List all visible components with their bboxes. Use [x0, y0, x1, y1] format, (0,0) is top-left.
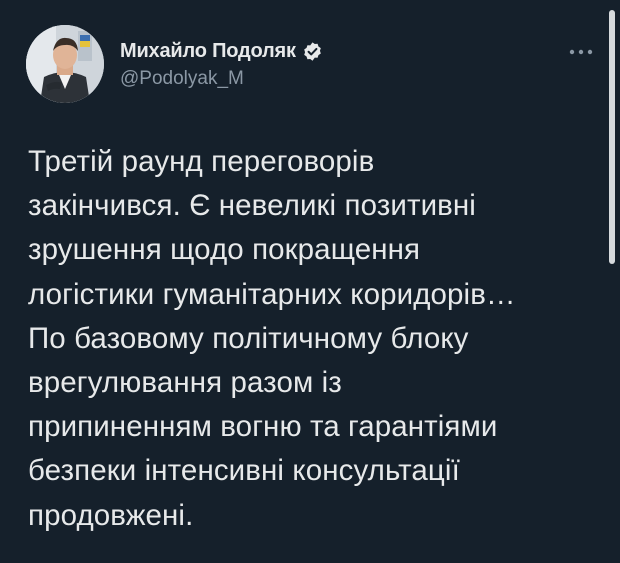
tweet-card: Михайло Подоляк @Podolyak_M Третій раунд… — [0, 0, 620, 563]
more-horizontal-icon — [569, 49, 593, 55]
avatar[interactable] — [26, 25, 104, 103]
author-name-row: Михайло Подоляк — [120, 38, 323, 64]
tweet-text: Третій раунд переговорів закінчився. Є н… — [28, 145, 516, 532]
author-handle[interactable]: @Podolyak_M — [120, 68, 323, 90]
more-options-button[interactable] — [567, 42, 597, 62]
author-block: Михайло Подоляк @Podolyak_M — [120, 38, 323, 90]
author-display-name[interactable]: Михайло Подоляк — [120, 40, 296, 63]
avatar-image — [26, 25, 104, 103]
verified-badge-icon — [302, 41, 323, 62]
scrollbar-thumb[interactable] — [609, 10, 615, 264]
